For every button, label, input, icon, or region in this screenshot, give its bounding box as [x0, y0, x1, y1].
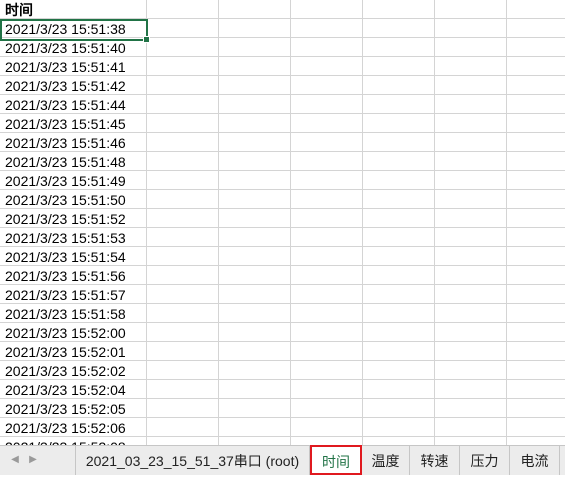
table-row: 2021/3/23 15:52:00	[0, 323, 565, 342]
table-row: 2021/3/23 15:52:04	[0, 380, 565, 399]
datetime-cell[interactable]: 2021/3/23 15:51:50	[5, 190, 126, 208]
table-row: 2021/3/23 15:51:40	[0, 38, 565, 57]
table-row: 2021/3/23 15:51:42	[0, 76, 565, 95]
datetime-cell[interactable]: 2021/3/23 15:51:46	[5, 133, 126, 151]
table-row: 2021/3/23 15:51:56	[0, 266, 565, 285]
datetime-cell[interactable]: 2021/3/23 15:51:38	[5, 19, 126, 37]
datetime-cell[interactable]: 2021/3/23 15:51:44	[5, 95, 126, 113]
datetime-cell[interactable]: 2021/3/23 15:52:06	[5, 418, 126, 436]
table-row: 2021/3/23 15:52:02	[0, 361, 565, 380]
triangle-right-icon[interactable]: ▶	[26, 454, 40, 465]
table-row: 2021/3/23 15:52:01	[0, 342, 565, 361]
datetime-cell[interactable]: 2021/3/23 15:52:01	[5, 342, 126, 360]
spreadsheet-grid[interactable]: 时间 2021/3/23 15:51:38 2021/3/23 15:51:40 2…	[0, 0, 565, 445]
table-row: 2021/3/23 15:51:46	[0, 133, 565, 152]
table-row: 2021/3/23 15:51:45	[0, 114, 565, 133]
datetime-cell[interactable]: 2021/3/23 15:52:05	[5, 399, 126, 417]
sheet-tab[interactable]: 转速	[410, 446, 460, 475]
triangle-left-icon[interactable]: ◀	[8, 454, 22, 465]
table-row: 2021/3/23 15:51:38	[0, 19, 565, 38]
sheet-tab[interactable]: 2021_03_23_15_51_37串口 (root)	[75, 446, 310, 475]
datetime-cell[interactable]: 2021/3/23 15:51:58	[5, 304, 126, 322]
datetime-cell[interactable]: 2021/3/23 15:51:49	[5, 171, 126, 189]
sheet-tab[interactable]: 压力	[460, 446, 510, 475]
table-row: 2021/3/23 15:51:58	[0, 304, 565, 323]
table-row: 2021/3/23 15:52:05	[0, 399, 565, 418]
table-row: 2021/3/23 15:52:08	[0, 437, 565, 445]
datetime-cell[interactable]: 2021/3/23 15:52:02	[5, 361, 126, 379]
datetime-cell[interactable]: 2021/3/23 15:52:08	[5, 437, 126, 445]
table-row: 2021/3/23 15:51:44	[0, 95, 565, 114]
table-row: 2021/3/23 15:51:54	[0, 247, 565, 266]
datetime-cell[interactable]: 2021/3/23 15:51:54	[5, 247, 126, 265]
table-row: 2021/3/23 15:51:41	[0, 57, 565, 76]
table-row: 2021/3/23 15:51:53	[0, 228, 565, 247]
datetime-cell[interactable]: 2021/3/23 15:51:53	[5, 228, 126, 246]
sheet-tab-bar: ◀ ▶ 2021_03_23_15_51_37串口 (root) 时间 温度 转…	[0, 445, 565, 475]
datetime-cell[interactable]: 2021/3/23 15:51:52	[5, 209, 126, 227]
table-row: 2021/3/23 15:51:50	[0, 190, 565, 209]
table-row: 2021/3/23 15:51:52	[0, 209, 565, 228]
sheet-tab-active[interactable]: 时间	[310, 445, 362, 475]
table-row: 2021/3/23 15:52:06	[0, 418, 565, 437]
table-row: 2021/3/23 15:51:48	[0, 152, 565, 171]
datetime-cell[interactable]: 2021/3/23 15:51:57	[5, 285, 126, 303]
datetime-cell[interactable]: 2021/3/23 15:51:41	[5, 57, 126, 75]
datetime-cell[interactable]: 2021/3/23 15:52:00	[5, 323, 126, 341]
datetime-cell[interactable]: 2021/3/23 15:51:42	[5, 76, 126, 94]
datetime-cell[interactable]: 2021/3/23 15:52:04	[5, 380, 126, 398]
datetime-cell[interactable]: 2021/3/23 15:51:56	[5, 266, 126, 284]
column-header-cell[interactable]: 时间	[5, 0, 33, 18]
datetime-cell[interactable]: 2021/3/23 15:51:48	[5, 152, 126, 170]
datetime-cell[interactable]: 2021/3/23 15:51:40	[5, 38, 126, 56]
sheet-tab[interactable]: 温度	[362, 446, 410, 475]
table-row: 2021/3/23 15:51:57	[0, 285, 565, 304]
table-row: 2021/3/23 15:51:49	[0, 171, 565, 190]
datetime-cell[interactable]: 2021/3/23 15:51:45	[5, 114, 126, 132]
sheet-tab[interactable]: 电流	[510, 446, 560, 475]
header-row: 时间	[0, 0, 565, 19]
